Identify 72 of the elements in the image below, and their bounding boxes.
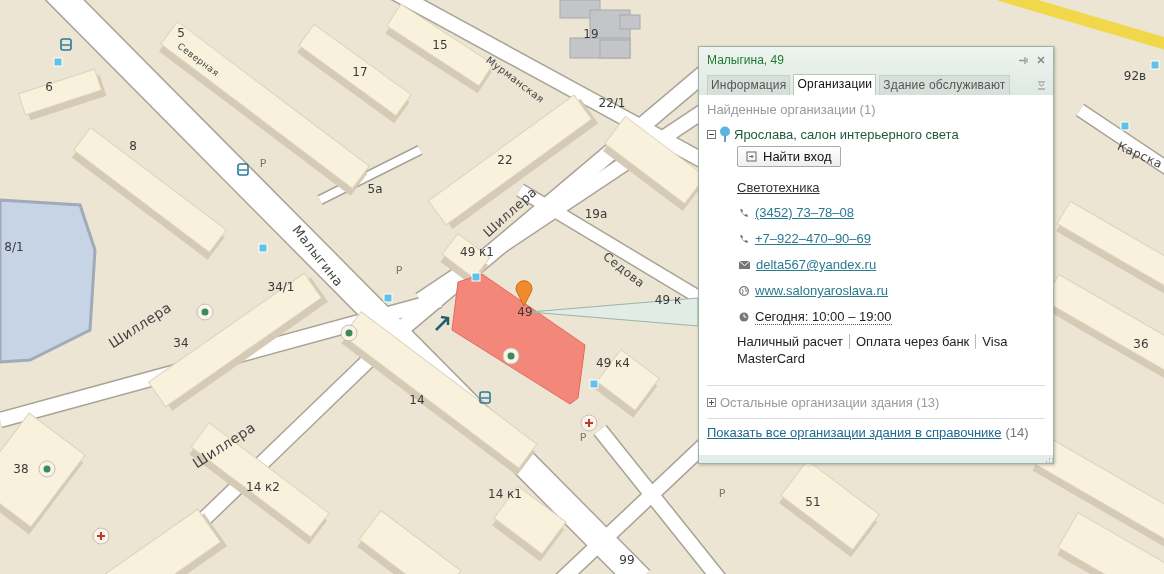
building-drawing bbox=[595, 349, 660, 418]
tab[interactable]: Информация bbox=[707, 75, 791, 95]
entrance-icon bbox=[746, 151, 757, 162]
poi-marker-icon[interactable] bbox=[196, 303, 214, 321]
house-number-label: 99 bbox=[619, 554, 635, 566]
house-number-label: 49 к1 bbox=[460, 246, 494, 258]
poi-marker-icon[interactable] bbox=[502, 347, 520, 365]
tab[interactable]: Здание обслуживают bbox=[879, 75, 1010, 95]
resize-grip-icon[interactable] bbox=[1045, 457, 1053, 463]
directory-link[interactable]: Показать все организации здания в справочнике bbox=[707, 425, 1002, 440]
house-number-label: 34 bbox=[173, 337, 189, 349]
poi-marker-icon[interactable] bbox=[340, 324, 358, 342]
house-number-label: 14 к2 bbox=[246, 481, 280, 493]
opening-hours[interactable]: Сегодня: 10:00 – 19:00 bbox=[755, 308, 892, 325]
phone-icon bbox=[739, 207, 749, 218]
organization-count: (14) bbox=[1005, 425, 1029, 440]
more-tabs-icon[interactable] bbox=[1038, 81, 1045, 90]
house-number-label: 5 bbox=[177, 27, 185, 39]
pharmacy-icon[interactable] bbox=[92, 527, 110, 545]
house-number-label: 6 bbox=[45, 81, 53, 93]
phone-link[interactable]: +7–922–470–90–69 bbox=[755, 231, 872, 246]
house-number-label: 15 bbox=[432, 39, 448, 51]
house-number-label: 5а bbox=[367, 183, 383, 195]
house-number-label: 34/1 bbox=[267, 281, 295, 293]
phone-link[interactable]: (3452) 73–78–08 bbox=[755, 205, 855, 220]
highlighted-building[interactable] bbox=[451, 273, 586, 405]
pin-icon[interactable] bbox=[1018, 55, 1029, 65]
bus-stop-icon[interactable] bbox=[60, 38, 72, 51]
house-number-label: 17 bbox=[352, 66, 368, 78]
popup-title: Малыгина, 49 bbox=[707, 53, 784, 67]
house-number-label: 49 к4 bbox=[596, 357, 630, 369]
house-number-label: 14 к1 bbox=[488, 488, 522, 500]
parking-label: Р bbox=[395, 264, 403, 276]
close-icon[interactable] bbox=[1037, 56, 1045, 64]
parking-label: Р bbox=[579, 431, 587, 443]
house-number-label: 92в bbox=[1123, 70, 1147, 82]
category-link[interactable]: Светотехника bbox=[737, 180, 820, 195]
house-number-label: 22 bbox=[497, 154, 513, 166]
house-number-label: 49 к bbox=[654, 294, 682, 306]
bus-stop-icon[interactable] bbox=[237, 163, 249, 176]
bus-stop-icon[interactable] bbox=[479, 391, 491, 404]
phone-icon bbox=[739, 233, 749, 244]
find-entrance-button[interactable]: Найти вход bbox=[737, 146, 841, 167]
house-number-label: 51 bbox=[805, 496, 821, 508]
house-number-label: 14 bbox=[409, 394, 425, 406]
payment-methods: Наличный расчет Оплата через банк Visa MasterCard bbox=[737, 333, 1009, 367]
house-number-label: 19а bbox=[584, 208, 608, 220]
tab[interactable]: Организации bbox=[793, 74, 877, 95]
house-number-label: 49 bbox=[517, 306, 533, 318]
house-number-label: 38 bbox=[13, 463, 29, 475]
envelope-icon bbox=[739, 260, 750, 269]
entrance-arrow-icon bbox=[434, 315, 450, 332]
section-header: Найденные организации (1) bbox=[707, 102, 877, 117]
house-number-label: 8 bbox=[129, 140, 137, 152]
house-number-label: 36 bbox=[1133, 338, 1149, 350]
collapse-icon[interactable] bbox=[707, 129, 716, 139]
parking-label: Р bbox=[259, 157, 267, 169]
expand-icon[interactable] bbox=[707, 398, 716, 407]
website-link[interactable]: www.salonyaroslava.ru bbox=[755, 283, 888, 298]
house-number-label: 8/1 bbox=[4, 241, 24, 253]
house-number-label: 22/1 bbox=[598, 97, 626, 109]
organization-name[interactable]: Ярослава, салон интерьерного света bbox=[734, 126, 959, 142]
email-link[interactable]: delta567@yandex.ru bbox=[756, 257, 877, 272]
globe-icon bbox=[739, 285, 749, 296]
house-number-label: 19 bbox=[583, 28, 599, 40]
poi-marker-icon[interactable] bbox=[38, 460, 56, 478]
clock-icon bbox=[739, 311, 749, 322]
other-organizations-toggle[interactable]: Остальные организации здания (13) bbox=[720, 395, 940, 410]
parking-label: Р bbox=[718, 487, 726, 499]
pharmacy-icon[interactable] bbox=[580, 414, 598, 432]
location-pin-icon[interactable] bbox=[515, 280, 533, 307]
map-pin-icon bbox=[719, 126, 731, 142]
